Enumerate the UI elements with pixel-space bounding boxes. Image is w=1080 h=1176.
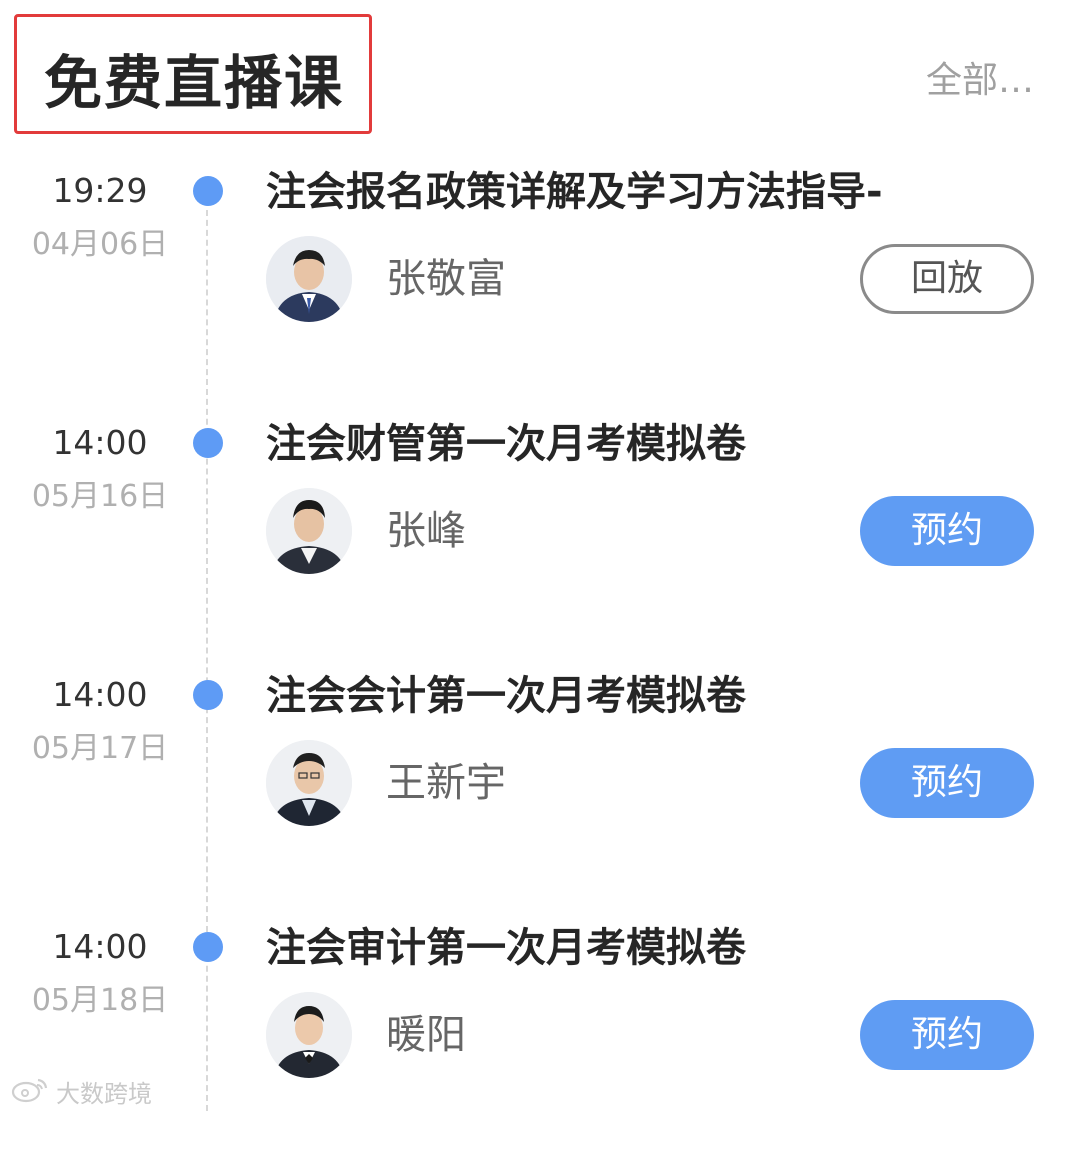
course-time: 19:29	[52, 171, 148, 210]
course-time: 14:00	[52, 675, 148, 714]
course-date: 05月16日	[31, 479, 169, 514]
teacher-name: 张敬富	[386, 256, 506, 302]
course-item: 14:00 05月17日 注会会计第一次月考模拟卷 王新宇 预约	[0, 672, 1080, 924]
teacher-avatar	[266, 992, 352, 1078]
course-title[interactable]: 注会审计第一次月考模拟卷	[266, 920, 746, 976]
course-date: 04月06日	[31, 227, 169, 262]
course-title[interactable]: 注会报名政策详解及学习方法指导-	[266, 164, 883, 220]
course-item: 14:00 05月16日 注会财管第一次月考模拟卷 张峰 预约	[0, 420, 1080, 672]
timeline-dot	[193, 680, 223, 710]
course-time: 14:00	[52, 423, 148, 462]
course-time: 14:00	[52, 927, 148, 966]
teacher-name: 张峰	[386, 508, 466, 554]
course-title[interactable]: 注会会计第一次月考模拟卷	[266, 668, 746, 724]
page-title: 免费直播课	[44, 49, 345, 117]
watermark-text: 大数跨境	[56, 1079, 152, 1108]
course-title[interactable]: 注会财管第一次月考模拟卷	[266, 416, 746, 472]
see-all-link[interactable]: 全部…	[926, 56, 1034, 106]
timeline-dot	[193, 932, 223, 962]
replay-button[interactable]: 回放	[860, 244, 1034, 314]
reserve-button[interactable]: 预约	[860, 1000, 1034, 1070]
teacher-avatar	[266, 740, 352, 826]
watermark: 大数跨境	[10, 1074, 152, 1108]
timeline-dot	[193, 176, 223, 206]
course-item: 14:00 05月18日 注会审计第一次月考模拟卷 暖阳 预约	[0, 924, 1080, 1176]
timeline-dot	[193, 428, 223, 458]
reserve-button[interactable]: 预约	[860, 748, 1034, 818]
teacher-avatar	[266, 236, 352, 322]
course-item: 19:29 04月06日 注会报名政策详解及学习方法指导- 张敬富 回放	[0, 168, 1080, 420]
teacher-name: 暖阳	[386, 1012, 466, 1058]
course-date: 05月18日	[31, 983, 169, 1018]
teacher-avatar	[266, 488, 352, 574]
course-date: 05月17日	[31, 731, 169, 766]
reserve-button[interactable]: 预约	[860, 496, 1034, 566]
weibo-logo-icon	[10, 1074, 50, 1108]
teacher-name: 王新宇	[386, 760, 506, 806]
